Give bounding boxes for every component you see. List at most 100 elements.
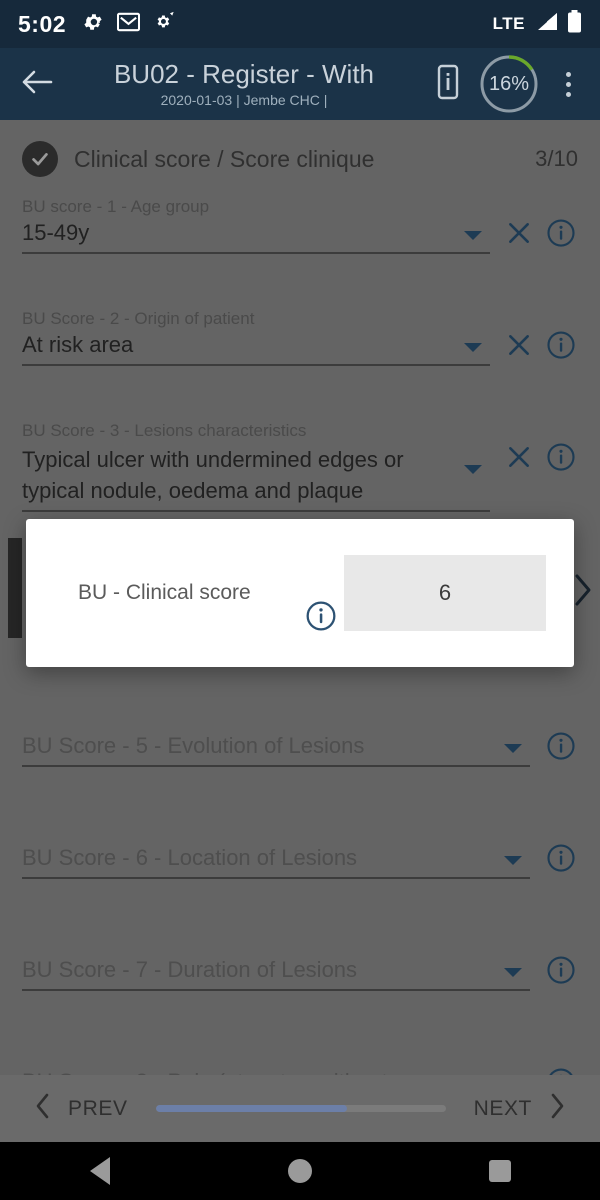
field-actions	[530, 955, 578, 991]
battery-full-icon	[567, 10, 582, 38]
field-placeholder: BU Score - 5 - Evolution of Lesions	[22, 733, 365, 758]
back-button[interactable]	[14, 61, 60, 107]
duration-of-lesions-select[interactable]: BU Score - 7 - Duration of Lesions	[22, 955, 530, 991]
lesions-characteristics-select[interactable]: Typical ulcer with undermined edges or t…	[22, 444, 490, 512]
android-recents-icon	[489, 1160, 511, 1182]
info-icon	[546, 843, 576, 878]
next-button[interactable]: NEXT	[474, 1092, 566, 1125]
field-info-button[interactable]	[544, 843, 578, 877]
android-back-icon	[90, 1157, 110, 1185]
close-icon	[506, 220, 532, 251]
form-field-lesions-characteristics[interactable]: BU Score - 3 - Lesions characteristics T…	[22, 414, 578, 527]
field-row: At risk area	[22, 330, 578, 366]
status-bar-clock: 5:02	[18, 10, 67, 37]
field-info-button[interactable]	[544, 218, 578, 252]
status-bar-system-icons: LTE	[493, 10, 582, 38]
clinical-score-dialog[interactable]: BU - Clinical score 6	[26, 519, 574, 667]
evolution-of-lesions-select[interactable]: BU Score - 5 - Evolution of Lesions	[22, 731, 530, 767]
field-row: BU Score - 6 - Location of Lesions	[22, 821, 578, 879]
clear-field-button[interactable]	[504, 332, 534, 362]
field-value: 15-49y	[22, 220, 90, 245]
field-row: Typical ulcer with undermined edges or t…	[22, 442, 578, 512]
field-row: BU Score - 5 - Evolution of Lesions	[22, 709, 578, 767]
section-progress-count: 3/10	[535, 146, 578, 171]
page-title: BU02 - Register - With	[113, 58, 375, 89]
phone-screen: 5:02 LTE BU02 - Register - With 2020-01-…	[0, 0, 600, 1200]
form-field-location-of-lesions[interactable]: BU Score - 6 - Location of Lesions	[22, 821, 578, 933]
clinical-score-value: 6	[344, 555, 546, 631]
origin-of-patient-select[interactable]: At risk area	[22, 330, 490, 366]
chevron-down-icon	[464, 231, 482, 240]
field-value: At risk area	[22, 332, 134, 357]
device-info-icon	[436, 64, 460, 105]
clinical-score-row: BU - Clinical score 6	[54, 555, 546, 631]
field-info-button[interactable]	[544, 955, 578, 989]
clinical-score-label-cell: BU - Clinical score	[54, 555, 344, 631]
info-icon	[546, 442, 576, 477]
overflow-menu-button[interactable]	[550, 61, 586, 107]
field-actions	[490, 442, 578, 512]
field-info-button[interactable]	[544, 442, 578, 476]
form-field-evolution-of-lesions[interactable]: BU Score - 5 - Evolution of Lesions	[22, 709, 578, 821]
close-icon	[506, 444, 532, 475]
field-actions	[530, 843, 578, 879]
field-placeholder: BU Score - 6 - Location of Lesions	[22, 845, 358, 870]
info-icon	[546, 955, 576, 990]
clinical-score-label: BU - Clinical score	[78, 581, 251, 604]
field-label: BU Score - 3 - Lesions characteristics	[22, 421, 307, 440]
gmail-icon	[116, 12, 141, 37]
field-info-button[interactable]	[544, 731, 578, 765]
status-bar: 5:02 LTE	[0, 0, 600, 48]
device-info-button[interactable]	[428, 61, 468, 107]
chevron-right-icon	[573, 573, 593, 612]
form-field-duration-of-lesions[interactable]: BU Score - 7 - Duration of Lesions	[22, 933, 578, 1045]
app-bar-titles: BU02 - Register - With 2020-01-03 | Jemb…	[64, 59, 428, 110]
completion-progress-ring[interactable]: 16%	[478, 53, 540, 115]
section-header: Clinical score / Score clinique 3/10	[22, 120, 578, 190]
field-placeholder: BU Score - 7 - Duration of Lesions	[22, 957, 358, 982]
field-row: BU Score - 7 - Duration of Lesions	[22, 933, 578, 991]
status-bar-notification-icons	[82, 11, 175, 38]
field-info-button[interactable]	[544, 330, 578, 364]
prev-button[interactable]: PREV	[34, 1092, 128, 1125]
next-page-chevron[interactable]	[572, 573, 594, 612]
next-label: NEXT	[473, 1096, 532, 1120]
location-of-lesions-select[interactable]: BU Score - 6 - Location of Lesions	[22, 843, 530, 879]
field-actions	[490, 330, 578, 366]
chevron-down-icon	[504, 856, 522, 865]
field-row: 15-49y	[22, 218, 578, 254]
gear-icon	[82, 11, 104, 38]
age-group-select[interactable]: 15-49y	[22, 218, 490, 254]
check-circle-icon	[22, 141, 58, 177]
info-icon	[305, 600, 337, 637]
android-recents-button[interactable]	[470, 1142, 530, 1200]
chevron-down-icon	[504, 744, 522, 753]
android-back-button[interactable]	[70, 1142, 130, 1200]
arrow-left-icon	[21, 68, 53, 101]
clear-field-button[interactable]	[504, 220, 534, 250]
app-bar: BU02 - Register - With 2020-01-03 | Jemb…	[0, 48, 600, 120]
field-actions	[530, 731, 578, 767]
field-actions	[490, 218, 578, 254]
clinical-score-info-button[interactable]	[304, 601, 338, 635]
section-title: Clinical score / Score clinique	[74, 145, 375, 172]
form-field-age-group[interactable]: BU score - 1 - Age group 15-49y	[22, 190, 578, 302]
network-type-label: LTE	[492, 14, 525, 33]
form-progress-bar	[155, 1105, 446, 1112]
field-value: Typical ulcer with undermined edges or t…	[22, 447, 404, 503]
page-subtitle: 2020-01-03 | Jembe CHC |	[160, 91, 328, 108]
signal-bars-icon	[533, 12, 559, 37]
form-pager: PREV NEXT	[0, 1075, 600, 1142]
prev-label: PREV	[68, 1096, 128, 1120]
android-home-button[interactable]	[270, 1142, 330, 1200]
chevron-left-icon	[34, 1092, 52, 1125]
field-label: BU score - 1 - Age group	[22, 197, 210, 216]
form-field-origin-of-patient[interactable]: BU Score - 2 - Origin of patient At risk…	[22, 302, 578, 414]
clear-field-button[interactable]	[504, 444, 534, 474]
completion-progress-label: 16%	[488, 72, 530, 95]
settings-sync-icon	[153, 11, 175, 38]
info-icon	[546, 731, 576, 766]
swipe-handle-left[interactable]	[8, 538, 22, 638]
app-bar-actions: 16%	[428, 53, 586, 115]
close-icon	[506, 332, 532, 363]
